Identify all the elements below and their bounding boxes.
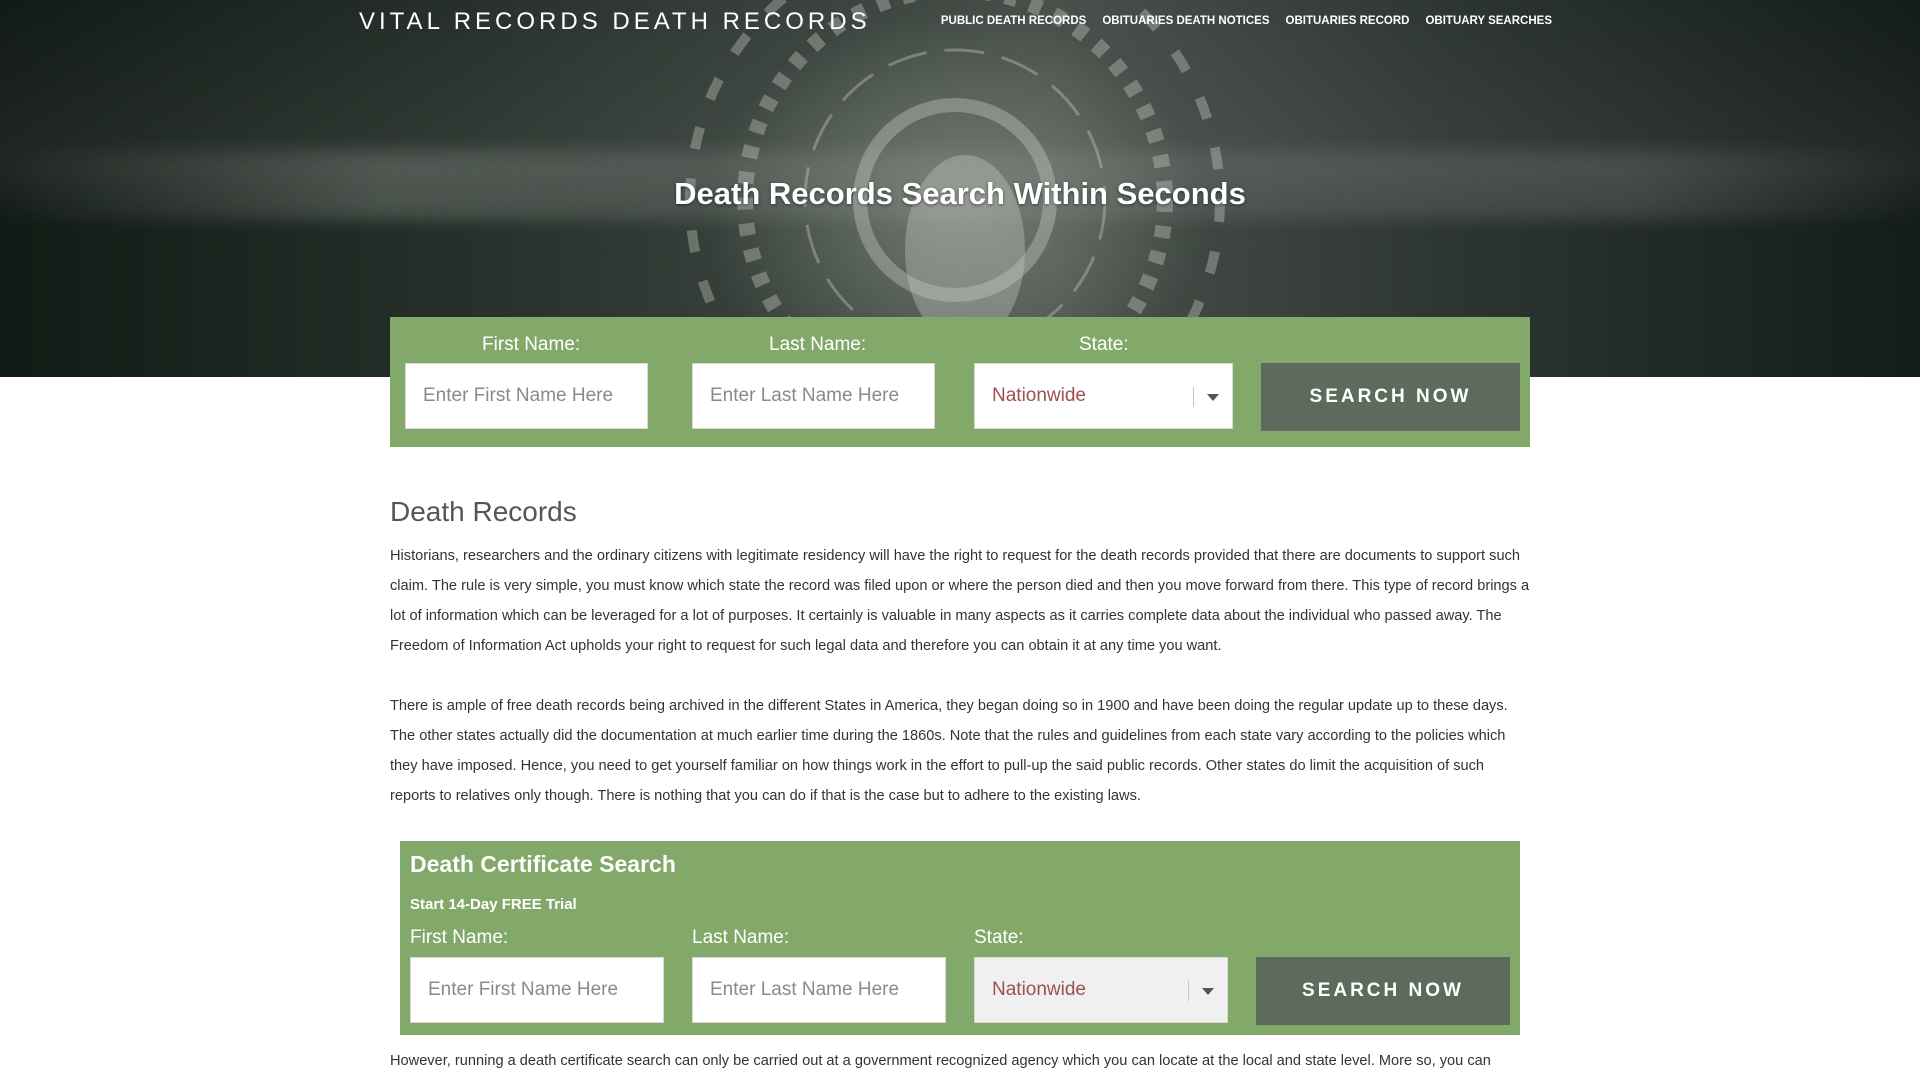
first-name-input[interactable] <box>405 363 648 429</box>
state-select-value: Nationwide <box>992 385 1086 406</box>
cert-search-now-button[interactable]: SEARCH NOW <box>1256 957 1510 1025</box>
cert-first-name-input[interactable] <box>410 957 664 1023</box>
nav-obituary-searches[interactable]: OBITUARY SEARCHES <box>1425 15 1552 27</box>
certificate-search-heading: Death Certificate Search <box>410 851 676 877</box>
cert-state-label: State: <box>974 927 1024 948</box>
chevron-down-icon <box>1202 988 1214 995</box>
first-name-label: First Name: <box>482 334 581 355</box>
cert-state-select-value: Nationwide <box>992 979 1086 1000</box>
top-search-form: First Name: Last Name: State: Nationwide… <box>390 317 1530 447</box>
death-certificate-search-form: Death Certificate Search Start 14-Day FR… <box>400 841 1520 1035</box>
top-navigation: PUBLIC DEATH RECORDS OBITUARIES DEATH NO… <box>941 15 1552 27</box>
last-name-label: Last Name: <box>769 334 867 355</box>
hero-title: Death Records Search Within Seconds <box>674 176 1246 211</box>
section-title: Death Records <box>390 496 577 527</box>
nav-public-death-records[interactable]: PUBLIC DEATH RECORDS <box>941 15 1086 27</box>
cert-last-name-input[interactable] <box>692 957 946 1023</box>
chevron-down-icon <box>1207 394 1219 401</box>
select-divider <box>1193 387 1194 407</box>
state-select[interactable]: Nationwide <box>974 363 1233 429</box>
content-paragraph: There is ample of free death records bei… <box>390 698 1508 804</box>
nav-obituaries-death-notices[interactable]: OBITUARIES DEATH NOTICES <box>1102 15 1269 27</box>
site-brand[interactable]: VITAL RECORDS DEATH RECORDS <box>359 8 871 36</box>
free-trial-text: Start 14-Day FREE Trial <box>410 896 577 913</box>
select-divider <box>1188 981 1189 1001</box>
cert-first-name-label: First Name: <box>410 927 509 948</box>
content-paragraph: Historians, researchers and the ordinary… <box>390 548 1530 654</box>
content-paragraph: However, running a death certificate sea… <box>390 1053 1491 1069</box>
nav-obituaries-record[interactable]: OBITUARIES RECORD <box>1286 15 1410 27</box>
cert-last-name-label: Last Name: <box>692 927 790 948</box>
search-now-button[interactable]: SEARCH NOW <box>1261 363 1520 431</box>
state-label: State: <box>1079 334 1129 355</box>
last-name-input[interactable] <box>692 363 935 429</box>
cert-state-select[interactable]: Nationwide <box>974 957 1228 1023</box>
